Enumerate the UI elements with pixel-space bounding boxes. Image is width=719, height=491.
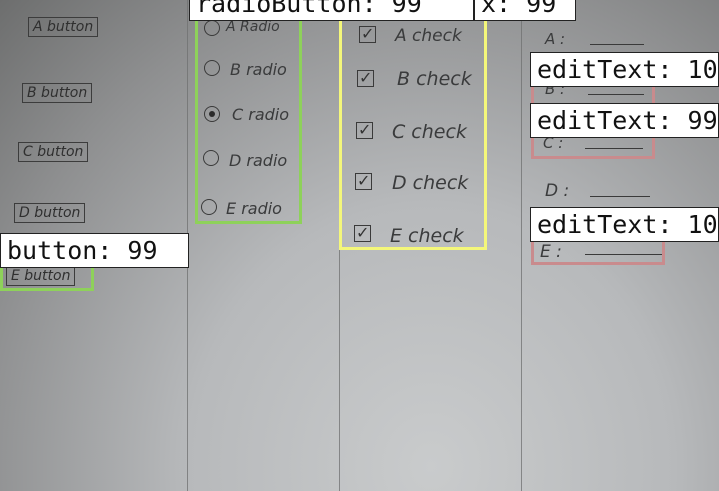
detection-box-radio xyxy=(195,10,302,224)
sketch-button-b[interactable]: B button xyxy=(22,83,93,103)
column-divider xyxy=(521,0,522,491)
detection-label-edit-e: editText: 10 xyxy=(530,207,719,242)
edit-label-d: D : xyxy=(545,181,570,201)
detection-label-edit-a: editText: 10 xyxy=(530,52,719,87)
detection-label-edit-c: editText: 99 xyxy=(530,103,719,138)
detection-label-radio: radioButton: 99 xyxy=(189,0,474,21)
sketch-button-a[interactable]: A button xyxy=(28,17,99,37)
edit-line-d[interactable] xyxy=(590,196,650,197)
detection-label-button: button: 99 xyxy=(0,233,189,268)
sketch-button-d[interactable]: D button xyxy=(14,203,86,223)
edit-label-a: A : xyxy=(545,30,566,48)
sketch-button-c[interactable]: C button xyxy=(18,142,89,162)
detection-box-checkbox xyxy=(339,12,487,250)
edit-line-a[interactable] xyxy=(590,44,644,45)
detection-label-checkbox: x: 99 xyxy=(474,0,576,21)
photo-background: A button B button C button D button E bu… xyxy=(0,0,719,491)
